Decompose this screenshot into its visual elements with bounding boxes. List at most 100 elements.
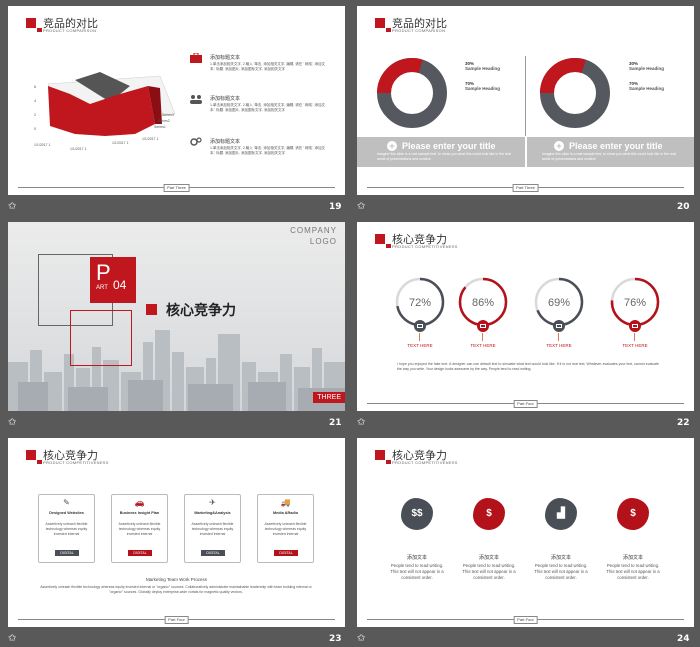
- footer-tag: Part Three: [163, 184, 190, 192]
- subtitle-marker: [386, 244, 391, 248]
- money-icon: $$: [401, 498, 433, 530]
- banner-title: Please enter your title: [569, 141, 663, 151]
- slide-24[interactable]: 核心竞争力 PRODUCT COMPETITIVENESS $$ 添加文本 Peop…: [357, 438, 694, 627]
- title-marker: [146, 304, 157, 315]
- plus-icon: +: [387, 141, 397, 151]
- feature-body: People tend to read writing. This text w…: [606, 563, 660, 580]
- banner-body: Imagine this slide is a real sample text…: [542, 152, 676, 161]
- part-number: 04: [113, 278, 127, 292]
- feature-item: ▟ 添加文本 People tend to read writing. This t…: [529, 498, 593, 588]
- slide-number: 20: [677, 202, 690, 212]
- subtitle-marker: [37, 460, 42, 464]
- feature-item: $ 添加文本 People tend to read writing. This t…: [457, 498, 521, 588]
- part-letter: P: [96, 260, 111, 285]
- service-card[interactable]: 🚗 Business Insight Plan Assertively unleas…: [111, 494, 168, 563]
- subtitle-marker: [386, 28, 391, 32]
- title-marker: [375, 18, 385, 28]
- slide-subtitle: PRODUCT COMPETITIVENESS: [392, 244, 458, 249]
- connector-line: [419, 333, 420, 341]
- digital-button[interactable]: DIGITAL: [128, 550, 152, 556]
- truck-icon: 🚚: [280, 498, 291, 507]
- feature-title: 添加标题文本: [210, 96, 241, 102]
- title-marker: [26, 450, 36, 460]
- feature-title: 添加文本: [550, 555, 571, 561]
- progress-ring-4: 76% TEXT HERE: [609, 276, 661, 356]
- title-marker: [375, 234, 385, 244]
- frame-square-red: [70, 310, 132, 366]
- series-label: Series1: [154, 125, 166, 129]
- slide-19[interactable]: 竞品的对比 PRODUCT COMPARISON 6 4 2 0 Series3…: [8, 6, 345, 195]
- slide-21[interactable]: COMPANY LOGO P ART 04 核心竞争力 THREE: [8, 222, 345, 411]
- subtitle-marker: [37, 28, 42, 32]
- slide-number: 21: [329, 418, 342, 428]
- device-icon: [553, 320, 565, 332]
- digital-button[interactable]: DIGITAL: [201, 550, 225, 556]
- card-body: Assertively unleash flexible technology …: [191, 522, 234, 536]
- progress-ring-3: 69% TEXT HERE: [533, 276, 585, 356]
- slide-22[interactable]: 核心竞争力 PRODUCT COMPETITIVENESS 72% TEXT HE…: [357, 222, 694, 411]
- slide-20[interactable]: 竞品的对比 PRODUCT COMPARISON 30% Sample Head…: [357, 6, 694, 195]
- digital-button[interactable]: DIGITAL: [55, 550, 79, 556]
- banner-title: Please enter your title: [402, 141, 496, 151]
- feature-body: 1.单击添加相关文字, 2.输入 '单击, 添加相关文字, 编辑, 请在 ' 网…: [210, 103, 325, 112]
- ring-label: TEXT HERE: [546, 343, 572, 348]
- donut-chart: [540, 58, 610, 128]
- date-label: 1/1/2017 1: [112, 141, 129, 145]
- title-banner: + Please enter your title Imagine this s…: [527, 137, 694, 167]
- series-label: Series2: [158, 119, 170, 123]
- comparison-3d-chart: 6 4 2 0 Series3 Series2 Series1 1/1/2017…: [34, 72, 176, 151]
- slide-number: 19: [329, 202, 342, 212]
- briefcase-icon: [190, 53, 202, 63]
- slide-number: 23: [329, 634, 342, 644]
- subtitle-marker: [386, 460, 391, 464]
- star-icon: ✩: [357, 417, 366, 428]
- feature-title: 添加文本: [406, 555, 427, 561]
- date-label: 1/1/2017 1: [142, 137, 159, 141]
- ring-value: 76%: [624, 297, 646, 309]
- ring-value: 86%: [472, 297, 494, 309]
- feature-body: People tend to read writing. This text w…: [534, 563, 588, 580]
- pen-icon: ✎: [63, 498, 70, 507]
- company-name: COMPANY: [290, 226, 337, 235]
- card-body: Assertively unleash flexible technology …: [118, 522, 161, 536]
- y-tick: 6: [34, 84, 37, 89]
- card-body: Assertively unleash flexible technology …: [264, 522, 307, 536]
- ring-label: TEXT HERE: [407, 343, 433, 348]
- star-icon: ✩: [8, 201, 17, 212]
- footer-tag: Part Four: [513, 616, 538, 624]
- description-paragraph: I hope you enjoyed the fake text. A desi…: [397, 362, 659, 371]
- connector-line: [558, 333, 559, 341]
- donut-legend: 30% Sample Heading 70% Sample Heading: [629, 61, 664, 91]
- y-tick: 2: [34, 112, 37, 117]
- plane-icon: ✈: [209, 498, 216, 507]
- card-title: Designed Websites: [49, 511, 84, 515]
- title-banner: + Please enter your title Imagine this s…: [357, 137, 525, 167]
- digital-button[interactable]: DIGITAL: [274, 550, 298, 556]
- legend-label: Sample Heading: [465, 66, 501, 71]
- service-card[interactable]: ✈ Marketing&Analysis Assertively unleash f…: [184, 494, 241, 563]
- slide-23[interactable]: 核心竞争力 PRODUCT COMPETITIVENESS ✎ Designed …: [8, 438, 345, 627]
- divider: [525, 56, 526, 136]
- title-marker: [26, 18, 36, 28]
- ring-label: TEXT HERE: [470, 343, 496, 348]
- slide-subtitle: PRODUCT COMPARISON: [392, 28, 446, 33]
- device-icon: [629, 320, 641, 332]
- growth-chart-icon: ▟: [545, 498, 577, 530]
- date-label: 1/1/2017 1: [34, 143, 51, 147]
- legend-label: Sample Heading: [629, 86, 665, 91]
- ring-value: 72%: [409, 297, 431, 309]
- legend-label: Sample Heading: [629, 66, 665, 71]
- car-icon: 🚗: [134, 498, 145, 507]
- star-icon: ✩: [8, 417, 17, 428]
- ring-value: 69%: [548, 297, 570, 309]
- progress-ring-2: 86% TEXT HERE: [457, 276, 509, 356]
- service-card[interactable]: 🚚 Media &Radio Assertively unleash flexibl…: [257, 494, 314, 563]
- feature-body: People tend to read writing. This text w…: [462, 563, 516, 580]
- date-label: 1/1/2017 1: [70, 147, 87, 151]
- service-card[interactable]: ✎ Designed Websites Assertively unleash fl…: [38, 494, 95, 563]
- legend-label: Sample Heading: [465, 86, 501, 91]
- ring-label: TEXT HERE: [622, 343, 648, 348]
- section-title: 核心竞争力: [166, 303, 236, 319]
- feature-title: 添加标题文本: [210, 139, 241, 145]
- section-tag: THREE: [313, 392, 345, 403]
